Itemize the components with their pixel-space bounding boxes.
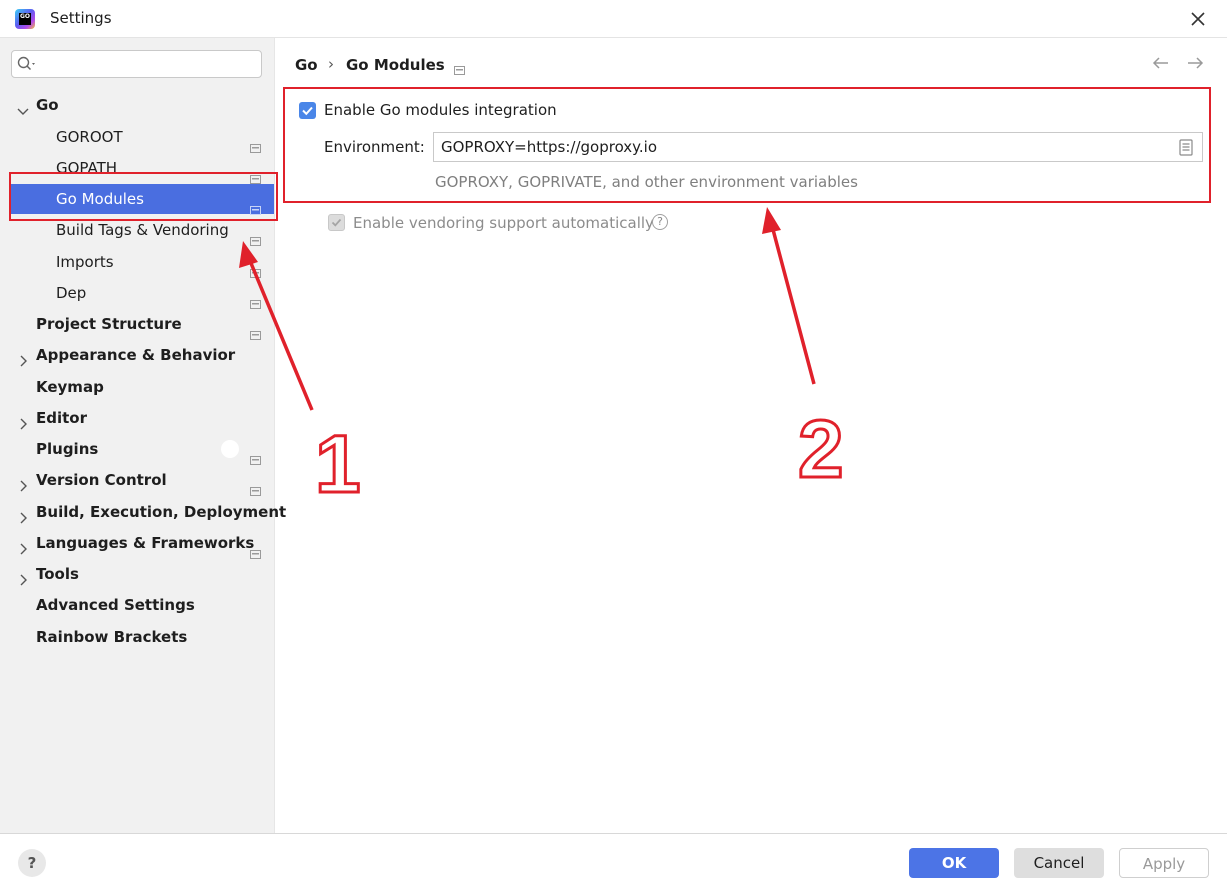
- cancel-button[interactable]: Cancel: [1014, 848, 1104, 878]
- tree-item-advanced-settings[interactable]: Advanced Settings: [0, 590, 274, 620]
- project-scope-icon: [250, 445, 261, 465]
- tree-item-rainbow-brackets[interactable]: Rainbow Brackets: [0, 622, 274, 652]
- settings-search-input[interactable]: [11, 50, 262, 78]
- tree-item-label: Editor: [36, 409, 87, 427]
- project-scope-icon: [250, 539, 261, 559]
- forward-arrow-icon[interactable]: [1184, 52, 1206, 74]
- chevron-right-icon[interactable]: [16, 505, 30, 524]
- tree-item-dep[interactable]: Dep: [0, 278, 274, 309]
- chevron-right-icon[interactable]: [16, 348, 30, 367]
- tree-item-go[interactable]: Go: [0, 90, 274, 120]
- chevron-right-icon[interactable]: [16, 536, 30, 555]
- search-icon: [17, 56, 37, 72]
- tree-item-label: GOROOT: [56, 128, 123, 146]
- project-scope-icon: [250, 476, 261, 496]
- window-title: Settings: [50, 9, 112, 27]
- tree-item-label: Plugins: [36, 440, 99, 458]
- enable-vendoring-checkbox: [328, 214, 345, 231]
- tree-item-plugins[interactable]: Plugins: [0, 434, 274, 465]
- annotation-highlight-box-2: [283, 87, 1211, 203]
- tree-item-version-control[interactable]: Version Control: [0, 465, 274, 496]
- breadcrumb-separator: ›: [328, 55, 334, 73]
- back-arrow-icon[interactable]: [1150, 52, 1172, 74]
- tree-item-label: Appearance & Behavior: [36, 346, 236, 364]
- tree-item-tools[interactable]: Tools: [0, 559, 274, 589]
- tree-item-label: Project Structure: [36, 315, 182, 333]
- tree-item-label: Build, Execution, Deployment: [36, 503, 287, 521]
- tree-item-label: Tools: [36, 565, 79, 583]
- enable-vendoring-label: Enable vendoring support automatically: [353, 214, 654, 232]
- tree-item-label: Dep: [56, 284, 87, 302]
- goland-logo-icon: GO: [15, 9, 35, 29]
- chevron-right-icon[interactable]: [16, 411, 30, 430]
- title-bar: [0, 0, 1227, 38]
- tree-item-appearance[interactable]: Appearance & Behavior: [0, 340, 274, 370]
- apply-button[interactable]: Apply: [1119, 848, 1209, 878]
- tree-item-imports[interactable]: Imports: [0, 247, 274, 278]
- project-scope-icon: [250, 133, 261, 153]
- project-scope-icon: [250, 289, 261, 309]
- tree-item-label: Version Control: [36, 471, 167, 489]
- tree-item-keymap[interactable]: Keymap: [0, 372, 274, 402]
- tree-item-label: Rainbow Brackets: [36, 628, 188, 646]
- annotation-highlight-box-1: [9, 172, 278, 221]
- chevron-down-icon[interactable]: [16, 98, 30, 115]
- project-scope-icon: [454, 61, 465, 79]
- help-question-icon[interactable]: ?: [652, 214, 668, 230]
- project-scope-icon: [250, 320, 261, 340]
- plugin-updates-indicator: [221, 440, 239, 458]
- tree-item-label: Keymap: [36, 378, 104, 396]
- ok-button[interactable]: OK: [909, 848, 999, 878]
- footer-divider: [0, 833, 1227, 834]
- project-scope-icon: [250, 226, 261, 246]
- tree-item-label: Languages & Frameworks: [36, 534, 255, 552]
- breadcrumb-current: Go Modules: [346, 56, 445, 74]
- tree-item-label: Imports: [56, 253, 114, 271]
- breadcrumb-parent[interactable]: Go: [295, 56, 318, 74]
- chevron-right-icon[interactable]: [16, 567, 30, 586]
- project-scope-icon: [250, 258, 261, 278]
- tree-item-editor[interactable]: Editor: [0, 403, 274, 433]
- annotation-number-1: 1: [314, 418, 363, 512]
- chevron-right-icon[interactable]: [16, 473, 30, 492]
- tree-item-goroot[interactable]: GOROOT: [0, 122, 274, 153]
- annotation-number-2: 2: [797, 403, 846, 497]
- tree-item-label: Advanced Settings: [36, 596, 195, 614]
- close-icon[interactable]: [1184, 6, 1212, 32]
- help-button[interactable]: ?: [18, 849, 46, 877]
- tree-item-build-execution[interactable]: Build, Execution, Deployment: [0, 497, 286, 527]
- tree-item-project-structure[interactable]: Project Structure: [0, 309, 274, 340]
- tree-item-label: Go: [36, 96, 59, 114]
- tree-item-languages[interactable]: Languages & Frameworks: [0, 528, 274, 559]
